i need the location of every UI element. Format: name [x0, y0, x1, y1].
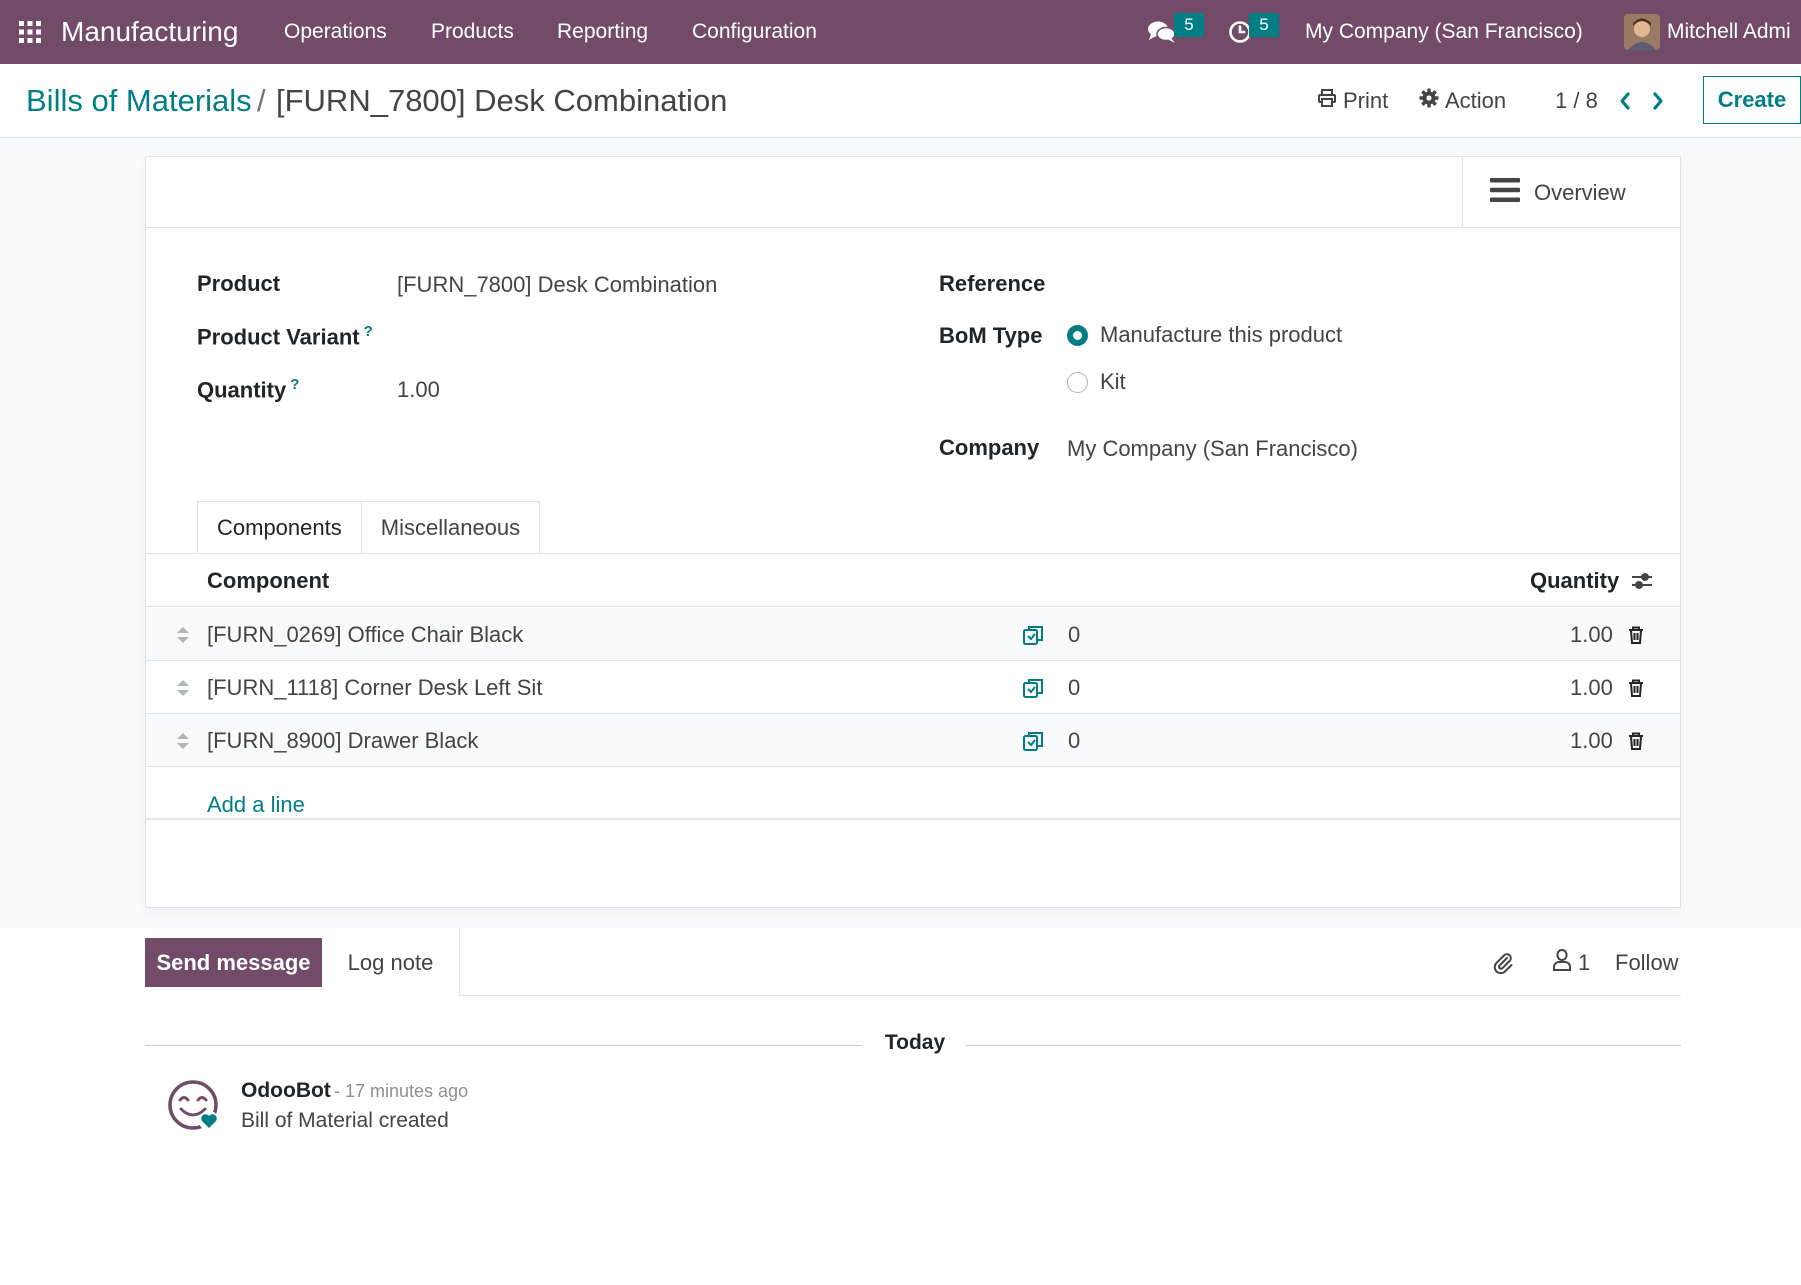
top-navbar: Manufacturing Operations Products Report… [0, 0, 1801, 64]
message-body: Bill of Material created [241, 1109, 449, 1132]
trash-icon[interactable] [1628, 714, 1644, 767]
overview-smart-button[interactable]: Overview [1462, 157, 1680, 228]
form-sheet: Overview Product [FURN_7800] Desk Combin… [145, 156, 1681, 908]
menu-configuration[interactable]: Configuration [692, 0, 817, 64]
quantity-field[interactable]: 1.00 [397, 377, 440, 403]
trash-icon[interactable] [1628, 608, 1644, 661]
send-message-button[interactable]: Send message [145, 938, 322, 987]
optional-columns-icon[interactable] [1631, 554, 1653, 607]
quantity-cell[interactable]: 1.00 [1570, 714, 1613, 767]
activities-count-badge: 5 [1249, 13, 1279, 37]
user-icon [1550, 948, 1574, 978]
quantity-label: Quantity? [197, 376, 300, 403]
app-name[interactable]: Manufacturing [61, 0, 238, 64]
messages-icon[interactable] [1147, 0, 1177, 64]
tab-miscellaneous[interactable]: Miscellaneous [361, 501, 541, 553]
radio-checked[interactable] [1067, 324, 1088, 346]
reference-label: Reference [939, 271, 1046, 296]
message-author[interactable]: OdooBot [241, 1079, 331, 1103]
company-field[interactable]: My Company (San Francisco) [1067, 436, 1358, 462]
forecast-report-icon[interactable] [1022, 714, 1044, 767]
component-cell[interactable]: [FURN_0269] Office Chair Black [207, 608, 523, 661]
user-avatar[interactable] [1624, 14, 1660, 50]
apps-menu-icon[interactable] [18, 0, 44, 64]
print-icon [1317, 88, 1337, 114]
notebook-tabs: Components Miscellaneous [197, 501, 541, 553]
component-column-header[interactable]: Component [207, 554, 329, 607]
variant-help-tooltip[interactable]: ? [364, 323, 373, 340]
add-line-link[interactable]: Add a line [207, 778, 305, 831]
messages-count-badge: 5 [1174, 13, 1204, 37]
date-separator-line [145, 1045, 862, 1046]
quantity-help-tooltip[interactable]: ? [290, 376, 299, 393]
control-panel: Bills of Materials / [FURN_7800] Desk Co… [0, 64, 1801, 138]
forecast-value: 0 [1068, 727, 1081, 753]
bom-type-label: BoM Type [939, 323, 1043, 348]
bom-type-kit-option[interactable]: Kit [1067, 369, 1126, 395]
trash-icon[interactable] [1628, 661, 1644, 714]
quantity-cell[interactable]: 1.00 [1570, 608, 1613, 661]
bom-type-kit-label: Kit [1100, 369, 1126, 394]
action-button[interactable]: Action [1419, 64, 1506, 138]
create-button[interactable]: Create [1703, 76, 1801, 124]
gear-icon [1419, 88, 1439, 114]
overview-label: Overview [1534, 179, 1626, 205]
pager-next-icon[interactable] [1645, 64, 1671, 138]
forecast-value: 0 [1068, 674, 1081, 700]
table-row[interactable]: [FURN_0269] Office Chair Black 0 1.00 [146, 608, 1680, 661]
bom-type-manufacture-option[interactable]: Manufacture this product [1067, 322, 1342, 348]
breadcrumb-current: [FURN_7800] Desk Combination [276, 83, 728, 118]
component-cell[interactable]: [FURN_8900] Drawer Black [207, 714, 478, 767]
forecast-report-icon[interactable] [1022, 608, 1044, 661]
followers-count: 1 [1578, 949, 1591, 975]
user-menu[interactable]: Mitchell Admi [1667, 0, 1791, 64]
print-button[interactable]: Print [1317, 64, 1388, 138]
odoobot-avatar[interactable] [166, 1078, 220, 1132]
followers-button[interactable]: 1 [1550, 938, 1590, 987]
smart-button-box: Overview [146, 157, 1680, 228]
bars-icon [1490, 176, 1520, 210]
drag-handle-icon[interactable] [176, 608, 190, 661]
chatter-topbar: Send message Log note 1 Follow [145, 928, 1681, 996]
menu-operations[interactable]: Operations [284, 0, 387, 64]
component-cell[interactable]: [FURN_1118] Corner Desk Left Sit [207, 661, 542, 714]
breadcrumb-separator: / [257, 83, 266, 118]
company-label: Company [939, 435, 1040, 460]
breadcrumb-parent-link[interactable]: Bills of Materials [26, 64, 252, 138]
table-bottom-divider [146, 818, 1680, 820]
pager-value[interactable]: 1 / 8 [1555, 64, 1598, 138]
menu-products[interactable]: Products [431, 0, 514, 64]
chatter-divider [459, 928, 460, 996]
product-variant-field[interactable] [397, 323, 757, 351]
product-field[interactable]: [FURN_7800] Desk Combination [397, 272, 717, 298]
message-timestamp: - 17 minutes ago [334, 1081, 469, 1101]
chatter-divider [460, 995, 1681, 996]
action-label: Action [1445, 88, 1507, 113]
radio-unchecked[interactable] [1067, 371, 1088, 393]
paperclip-icon[interactable] [1491, 938, 1515, 987]
print-label: Print [1343, 88, 1389, 113]
quantity-column-header[interactable]: Quantity [1530, 554, 1619, 607]
date-separator: Today [884, 1031, 946, 1054]
quantity-cell[interactable]: 1.00 [1570, 661, 1613, 714]
reference-field[interactable] [1067, 271, 1567, 299]
drag-handle-icon[interactable] [176, 661, 190, 714]
pager-previous-icon[interactable] [1612, 64, 1638, 138]
log-note-button[interactable]: Log note [322, 938, 459, 987]
follow-button[interactable]: Follow [1615, 938, 1679, 987]
drag-handle-icon[interactable] [176, 714, 190, 767]
date-separator-line [966, 1045, 1681, 1046]
bom-type-manufacture-label: Manufacture this product [1100, 322, 1343, 347]
product-variant-label: Product Variant? [197, 323, 373, 350]
product-label: Product [197, 271, 281, 296]
company-switcher[interactable]: My Company (San Francisco) [1305, 0, 1583, 64]
table-row[interactable]: [FURN_8900] Drawer Black 0 1.00 [146, 714, 1680, 767]
tab-components[interactable]: Components [197, 501, 362, 553]
forecast-report-icon[interactable] [1022, 661, 1044, 714]
forecast-value: 0 [1068, 621, 1081, 647]
menu-reporting[interactable]: Reporting [557, 0, 648, 64]
table-row[interactable]: [FURN_1118] Corner Desk Left Sit 0 1.00 [146, 661, 1680, 714]
components-table-header: Component Quantity [146, 554, 1680, 607]
